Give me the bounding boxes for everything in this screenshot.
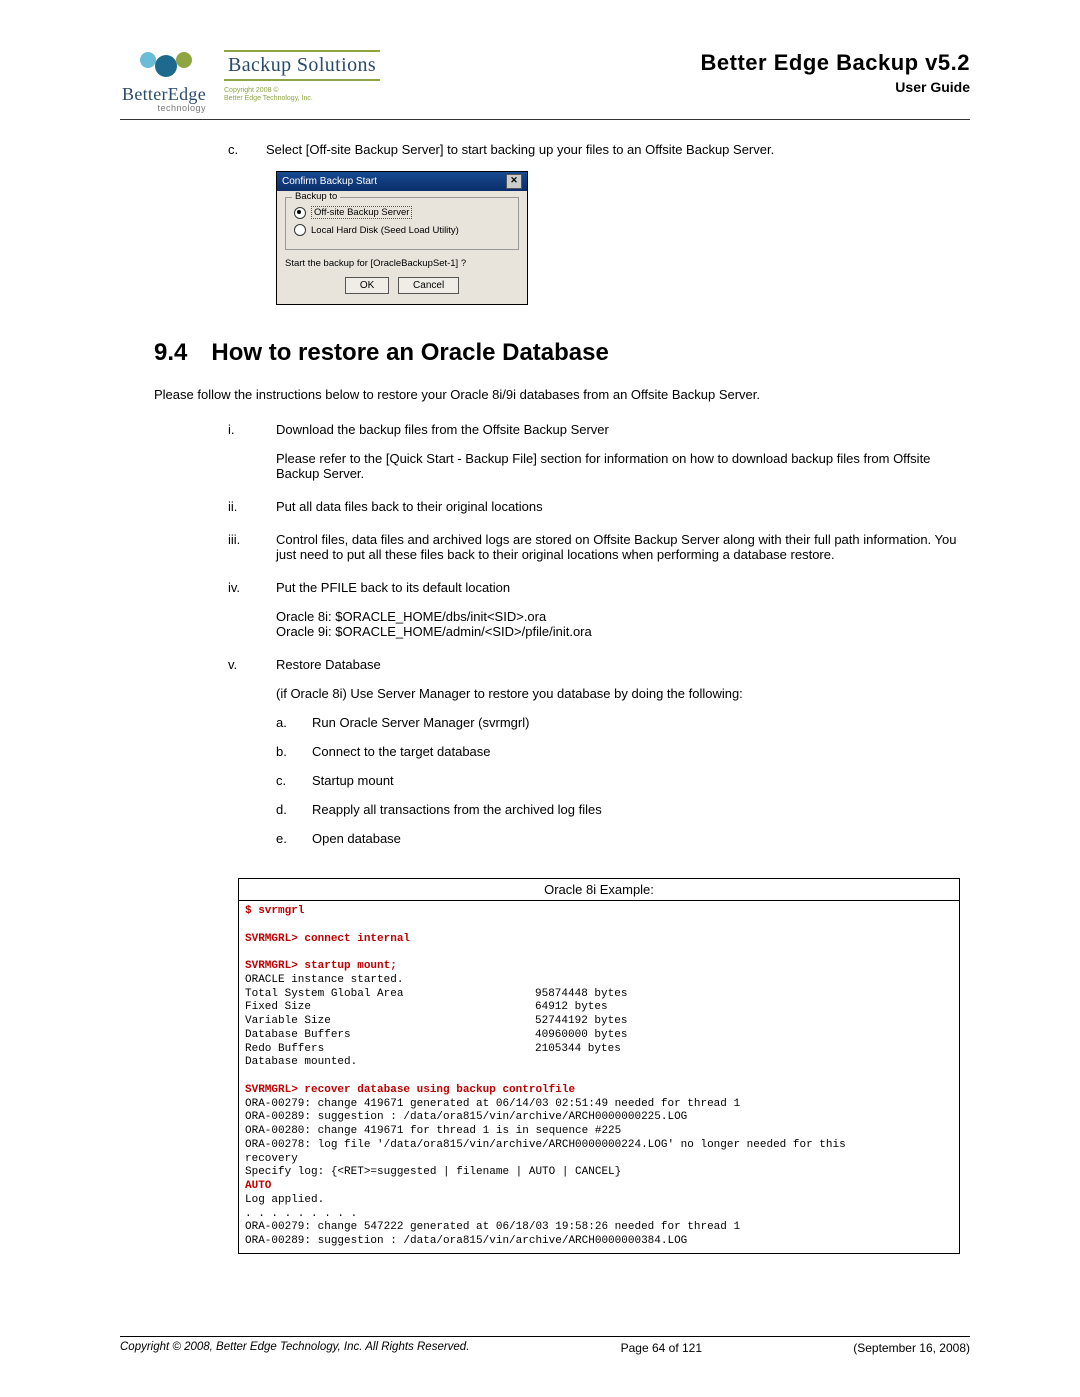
footer-page: Page 64 of 121 <box>621 1341 702 1355</box>
section-title: How to restore an Oracle Database <box>211 339 608 366</box>
fieldset-legend: Backup to <box>292 191 340 202</box>
close-icon[interactable]: ✕ <box>506 174 522 189</box>
oracle-8i-example: Oracle 8i Example: $ svrmgrl SVRMGRL> co… <box>238 878 960 1254</box>
logo-brand-sub: technology <box>120 103 206 113</box>
page: BetterEdge technology Backup Solutions C… <box>0 0 1080 1397</box>
dialog-body: Backup to Off-site Backup Server Local H… <box>277 191 527 304</box>
substep-d: d.Reapply all transactions from the arch… <box>276 802 970 817</box>
example-title: Oracle 8i Example: <box>239 879 959 901</box>
dialog-titlebar: Confirm Backup Start ✕ <box>277 172 527 191</box>
example-body: $ svrmgrl SVRMGRL> connect internal SVRM… <box>239 901 959 1253</box>
content: c. Select [Off-site Backup Server] to st… <box>120 142 970 1254</box>
radio-offsite-label: Off-site Backup Server <box>311 206 412 219</box>
section-intro: Please follow the instructions below to … <box>154 387 970 402</box>
logo-copyright: Copyright 2008 © Better Edge Technology,… <box>224 87 380 104</box>
section-number: 9.4 <box>154 339 187 366</box>
doc-title-block: Better Edge Backup v5.2 User Guide <box>701 50 970 95</box>
step-c-row: c. Select [Off-site Backup Server] to st… <box>228 142 970 157</box>
doc-subtitle: User Guide <box>701 79 970 95</box>
substeps-list: a.Run Oracle Server Manager (svrmgrl) b.… <box>276 715 970 846</box>
dialog-title-text: Confirm Backup Start <box>282 176 377 187</box>
step-i-title: Download the backup files from the Offsi… <box>276 422 970 437</box>
backup-solutions-text: Backup Solutions <box>224 50 380 81</box>
step-i-para: Please refer to the [Quick Start - Backu… <box>276 451 970 481</box>
confirm-backup-dialog: Confirm Backup Start ✕ Backup to Off-sit… <box>276 171 528 305</box>
step-i: i. Download the backup files from the Of… <box>228 422 970 481</box>
ok-button[interactable]: OK <box>345 277 389 294</box>
substep-a: a.Run Oracle Server Manager (svrmgrl) <box>276 715 970 730</box>
logo-brand-text: BetterEdge <box>122 84 206 104</box>
radio-icon <box>294 224 306 236</box>
step-iv-paths: Oracle 8i: $ORACLE_HOME/dbs/init<SID>.or… <box>276 609 970 639</box>
doc-title: Better Edge Backup v5.2 <box>701 50 970 76</box>
radio-offsite[interactable]: Off-site Backup Server <box>294 206 510 219</box>
substep-b: b.Connect to the target database <box>276 744 970 759</box>
radio-local[interactable]: Local Hard Disk (Seed Load Utility) <box>294 224 510 236</box>
page-footer: Copyright © 2008, Better Edge Technology… <box>120 1336 970 1355</box>
page-header: BetterEdge technology Backup Solutions C… <box>120 50 970 120</box>
step-v: v. Restore Database (if Oracle 8i) Use S… <box>228 657 970 860</box>
backup-to-fieldset: Backup to Off-site Backup Server Local H… <box>285 197 519 250</box>
footer-date: (September 16, 2008) <box>853 1341 970 1355</box>
cancel-button[interactable]: Cancel <box>398 277 459 294</box>
dialog-buttons: OK Cancel <box>285 277 519 294</box>
substep-c: c.Startup mount <box>276 773 970 788</box>
section-heading: 9.4 How to restore an Oracle Database <box>154 339 970 367</box>
dialog-question: Start the backup for [OracleBackupSet-1]… <box>285 258 519 269</box>
betteredge-logo: BetterEdge technology <box>120 50 206 113</box>
logo-block: BetterEdge technology Backup Solutions C… <box>120 50 380 113</box>
step-iii: iii. Control files, data files and archi… <box>228 532 970 562</box>
step-c-text: Select [Off-site Backup Server] to start… <box>266 142 774 157</box>
step-ii: ii. Put all data files back to their ori… <box>228 499 970 514</box>
radio-local-label: Local Hard Disk (Seed Load Utility) <box>311 225 459 236</box>
backup-solutions-logo: Backup Solutions Copyright 2008 © Better… <box>224 50 380 104</box>
substep-e: e.Open database <box>276 831 970 846</box>
radio-icon <box>294 207 306 219</box>
restore-steps-list: i. Download the backup files from the Of… <box>228 422 970 860</box>
step-c-marker: c. <box>228 142 266 157</box>
footer-copyright: Copyright © 2008, Better Edge Technology… <box>120 1341 469 1355</box>
step-v-para: (if Oracle 8i) Use Server Manager to res… <box>276 686 970 701</box>
step-iv-title: Put the PFILE back to its default locati… <box>276 580 970 595</box>
step-v-title: Restore Database <box>276 657 970 672</box>
step-iv: iv. Put the PFILE back to its default lo… <box>228 580 970 639</box>
